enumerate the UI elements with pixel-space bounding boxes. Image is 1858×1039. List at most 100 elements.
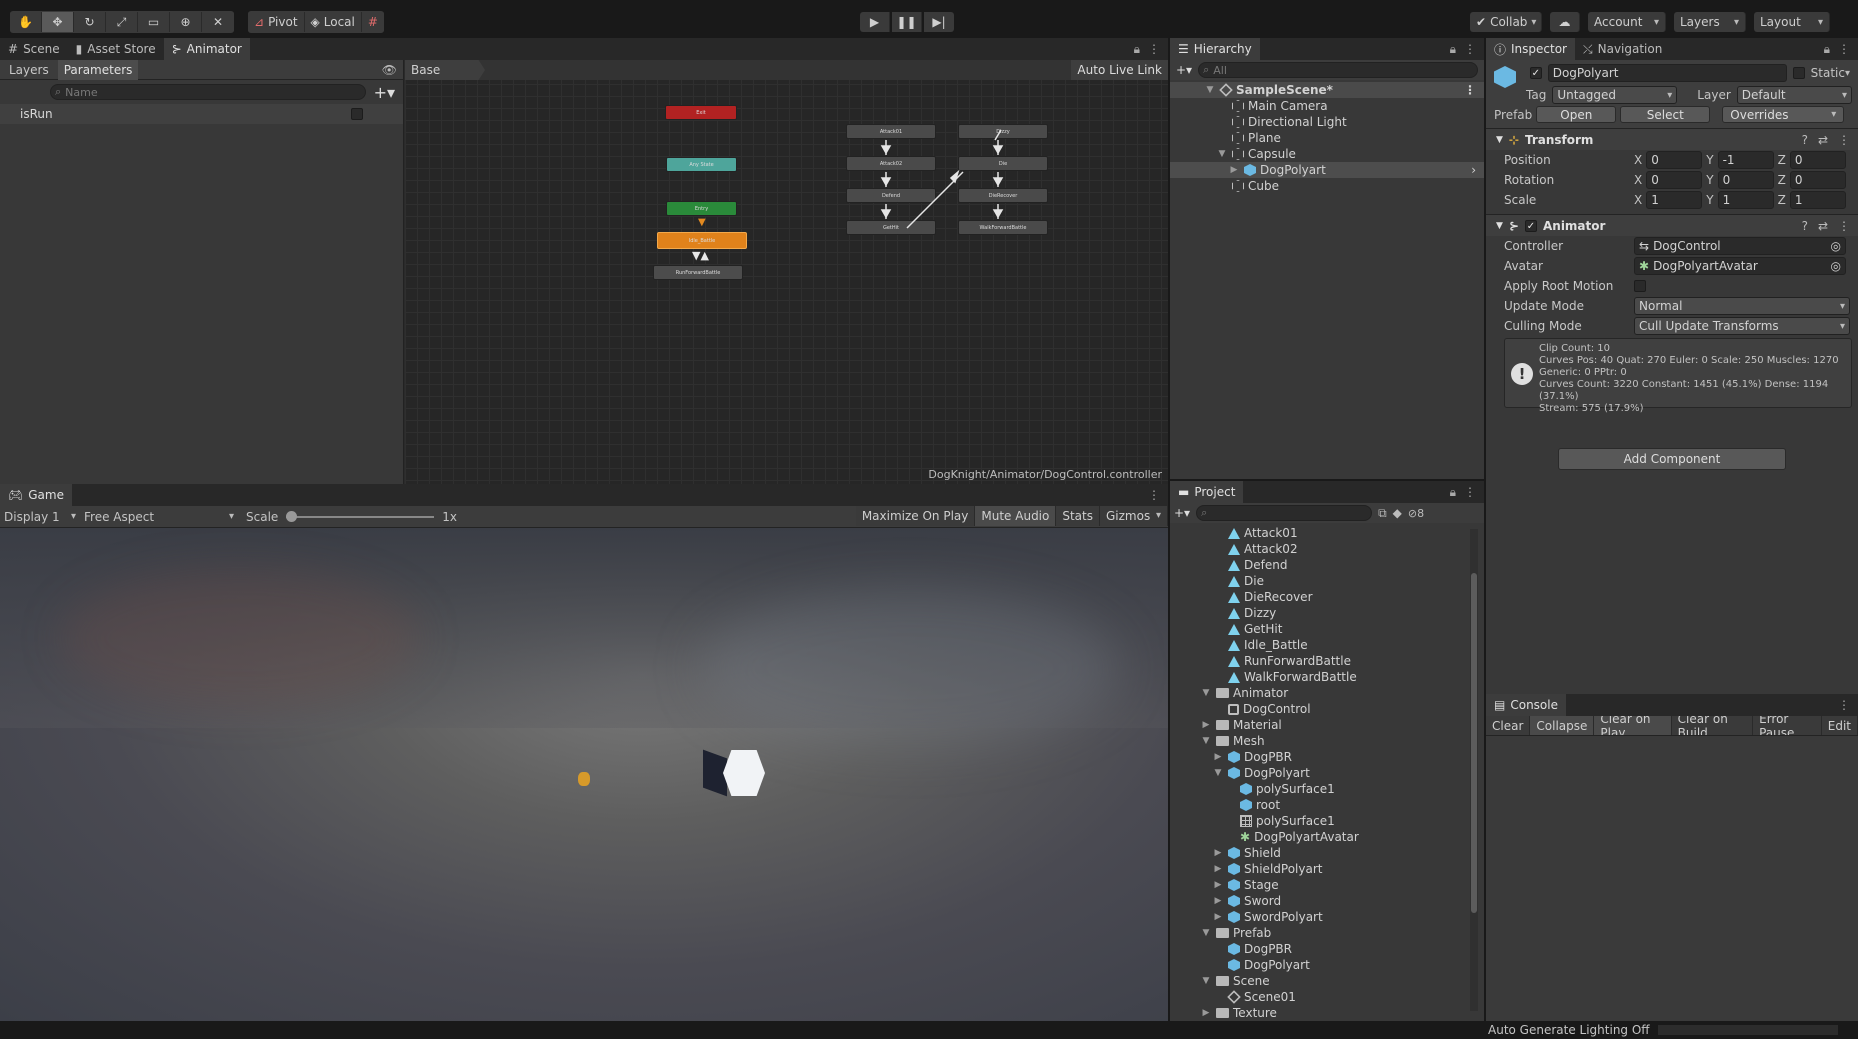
animator-enabled-checkbox[interactable] (1524, 219, 1537, 232)
collapsed-arrow-icon[interactable]: ▶ (1212, 896, 1224, 906)
project-item[interactable]: polySurface1 (1170, 813, 1484, 829)
kebab-menu-icon[interactable]: ⋮ (1464, 42, 1476, 56)
preset-icon[interactable]: ⇄ (1818, 133, 1828, 147)
scale-slider[interactable] (286, 510, 435, 522)
expand-arrow-icon[interactable]: ▼ (1204, 85, 1216, 95)
rotation-y-input[interactable]: 0 (1717, 171, 1774, 189)
static-checkbox[interactable] (1792, 67, 1805, 79)
hierarchy-item[interactable]: Plane (1170, 130, 1484, 146)
project-item[interactable]: polySurface1 (1170, 781, 1484, 797)
project-item[interactable]: root (1170, 797, 1484, 813)
avatar-field[interactable]: ✱ DogPolyartAvatar ◎ (1634, 257, 1846, 275)
scene-row[interactable]: ▼ SampleScene* ⋮ (1170, 82, 1484, 98)
controller-field[interactable]: ⇆ DogControl ◎ (1634, 237, 1846, 255)
tab-animator[interactable]: ⊱ Animator (163, 38, 250, 60)
project-item[interactable]: ▶ DogPBR (1170, 749, 1484, 765)
prefab-select-button[interactable]: Select (1620, 106, 1711, 123)
kebab-menu-icon[interactable]: ⋮ (1838, 219, 1850, 233)
scale-x-input[interactable]: 1 (1646, 191, 1703, 209)
custom-tool-button[interactable]: ✕ (202, 12, 234, 32)
layers-dropdown[interactable]: Layers (1674, 12, 1746, 32)
scale-z-input[interactable]: 1 (1789, 191, 1846, 209)
animator-header[interactable]: ▼ ⊱ Animator ? ⇄ ⋮ (1486, 214, 1858, 236)
tab-layers[interactable]: Layers (0, 63, 58, 77)
project-item[interactable]: Attack02 (1170, 541, 1484, 557)
collapsed-arrow-icon[interactable]: ▶ (1212, 752, 1224, 762)
tab-navigation[interactable]: ⤯ Navigation (1575, 38, 1670, 60)
scrollbar-thumb[interactable] (1471, 573, 1477, 913)
project-item[interactable]: ▶ SwordPolyart (1170, 909, 1484, 925)
help-icon[interactable]: ? (1802, 219, 1808, 233)
project-search-input[interactable]: ⌕ (1196, 505, 1373, 521)
position-y-input[interactable]: -1 (1717, 151, 1774, 169)
kebab-menu-icon[interactable]: ⋮ (1838, 133, 1850, 147)
hierarchy-item[interactable]: ▼ Capsule (1170, 146, 1484, 162)
lock-icon[interactable]: 🔒︎ (1450, 485, 1456, 500)
apply-root-motion-checkbox[interactable] (1634, 280, 1646, 292)
lock-icon[interactable]: 🔒︎ (1824, 42, 1830, 57)
expanded-arrow-icon[interactable]: ▼ (1200, 976, 1212, 986)
object-name-input[interactable]: DogPolyart (1547, 64, 1787, 82)
project-item[interactable]: ▼ Mesh (1170, 733, 1484, 749)
project-item[interactable]: ▼ Prefab (1170, 925, 1484, 941)
aspect-dropdown[interactable]: Free Aspect (80, 510, 238, 524)
position-z-input[interactable]: 0 (1789, 151, 1846, 169)
collab-dropdown[interactable]: ✔ Collab (1470, 12, 1542, 32)
collapsed-arrow-icon[interactable]: ▶ (1200, 1008, 1212, 1018)
project-item[interactable]: Defend (1170, 557, 1484, 573)
position-x-input[interactable]: 0 (1646, 151, 1703, 169)
collapsed-arrow-icon[interactable]: ▶ (1212, 864, 1224, 874)
kebab-menu-icon[interactable]: ⋮ (1148, 484, 1160, 506)
collapsed-arrow-icon[interactable]: ▶ (1212, 848, 1224, 858)
filter-by-label-icon[interactable]: ◆ (1393, 506, 1402, 520)
active-checkbox[interactable] (1530, 67, 1542, 79)
project-scrollbar[interactable] (1470, 529, 1478, 1011)
prefab-open-button[interactable]: Open (1536, 106, 1617, 123)
project-item[interactable]: Scene01 (1170, 989, 1484, 1005)
hierarchy-search-input[interactable]: ⌕ All (1198, 62, 1478, 78)
project-item[interactable]: RunForwardBattle (1170, 653, 1484, 669)
project-item[interactable]: ▶ Sword (1170, 893, 1484, 909)
kebab-menu-icon[interactable]: ⋮ (1464, 83, 1476, 97)
layout-dropdown[interactable]: Layout (1754, 12, 1830, 32)
chevron-right-icon[interactable]: › (1471, 163, 1476, 177)
add-component-button[interactable]: Add Component (1558, 448, 1786, 470)
project-item[interactable]: DogControl (1170, 701, 1484, 717)
expand-arrow-icon[interactable]: ▶ (1228, 165, 1240, 175)
project-item[interactable]: Dizzy (1170, 605, 1484, 621)
tag-dropdown[interactable]: Untagged (1552, 86, 1678, 104)
project-item[interactable]: ✱ DogPolyartAvatar (1170, 829, 1484, 845)
pivot-button[interactable]: ⊿ Pivot (248, 12, 305, 32)
project-item[interactable]: ▶ Shield (1170, 845, 1484, 861)
rotation-x-input[interactable]: 0 (1646, 171, 1703, 189)
project-item[interactable]: ▼ DogPolyart (1170, 765, 1484, 781)
param-search-input[interactable]: ⌕ Name (50, 84, 366, 100)
console-editor-dropdown[interactable]: Edit (1821, 716, 1858, 735)
expanded-arrow-icon[interactable]: ▼ (1200, 928, 1212, 938)
transform-tool-button[interactable]: ⊕ (170, 12, 202, 32)
project-item[interactable]: WalkForwardBattle (1170, 669, 1484, 685)
hierarchy-item[interactable]: Main Camera (1170, 98, 1484, 114)
scale-y-input[interactable]: 1 (1717, 191, 1774, 209)
rotate-tool-button[interactable]: ↻ (74, 12, 106, 32)
collapsed-arrow-icon[interactable]: ▶ (1200, 720, 1212, 730)
animator-graph[interactable]: Base Layer Auto Live Link Exit Any State… (405, 60, 1168, 484)
hierarchy-item[interactable]: Cube (1170, 178, 1484, 194)
scale-tool-button[interactable]: ⤢ (106, 12, 138, 32)
rotation-z-input[interactable]: 0 (1789, 171, 1846, 189)
console-log-area[interactable] (1486, 736, 1858, 1021)
hidden-packages-icon[interactable]: ⊘8 (1408, 507, 1424, 520)
game-viewport[interactable] (0, 528, 1168, 1021)
rect-tool-button[interactable]: ▭ (138, 12, 170, 32)
expanded-arrow-icon[interactable]: ▼ (1212, 768, 1224, 778)
param-bool-checkbox[interactable] (351, 108, 363, 120)
project-item[interactable]: Idle_Battle (1170, 637, 1484, 653)
step-button[interactable]: ▶| (924, 12, 954, 32)
update-mode-dropdown[interactable]: Normal (1634, 297, 1850, 315)
tab-inspector[interactable]: ⓘ Inspector (1486, 38, 1575, 60)
object-picker-icon[interactable]: ◎ (1831, 259, 1841, 273)
project-item[interactable]: GetHit (1170, 621, 1484, 637)
stats-toggle[interactable]: Stats (1056, 505, 1100, 526)
tab-hierarchy[interactable]: ☰ Hierarchy (1170, 38, 1260, 60)
tab-scene[interactable]: # Scene (0, 38, 68, 60)
